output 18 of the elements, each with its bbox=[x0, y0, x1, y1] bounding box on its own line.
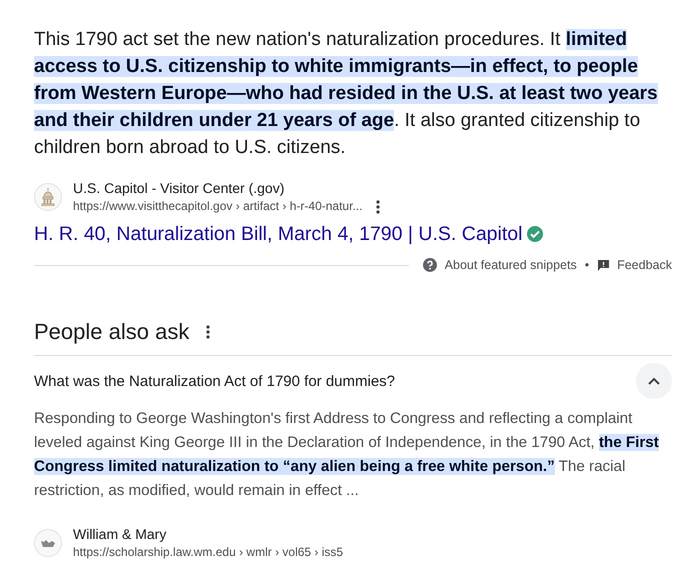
result-title-link[interactable]: H. R. 40, Naturalization Bill, March 4, 1790 | U.S. Capitol bbox=[34, 221, 522, 247]
more-options-icon[interactable] bbox=[206, 325, 210, 339]
site-name[interactable]: U.S. Capitol - Visitor Center (.gov) bbox=[73, 179, 380, 198]
site-name[interactable]: William & Mary bbox=[73, 525, 344, 544]
question-text[interactable]: What was the Naturalization Act of 1790 for dummies? bbox=[34, 372, 396, 390]
section-heading: People also ask bbox=[34, 318, 190, 346]
site-url[interactable]: https://www.visitthecapitol.gov › artifact › h-r-40-natur... bbox=[73, 198, 362, 215]
answer-text: Responding to George Washington's first Address to Congress and reflecting a complaint leveled against King George III in the Declaration of Independence, in the 1790 Act, the First Congress limited naturalization to “any alien being a free white person.” The racial restriction, as modified, would remain in effect ... bbox=[34, 409, 660, 501]
more-options-icon[interactable] bbox=[376, 200, 380, 214]
help-icon[interactable] bbox=[422, 258, 437, 272]
chevron-up-icon bbox=[648, 377, 660, 385]
separator-dot: • bbox=[584, 258, 590, 272]
dome-icon bbox=[41, 188, 55, 206]
feedback-icon bbox=[597, 258, 610, 272]
about-snippets-link[interactable]: About featured snippets bbox=[444, 258, 577, 272]
site-url[interactable]: https://scholarship.law.wm.edu › wmlr › vol65 › iss5 bbox=[73, 544, 344, 561]
crest-icon bbox=[40, 538, 56, 548]
feedback-link[interactable]: Feedback bbox=[617, 258, 672, 272]
